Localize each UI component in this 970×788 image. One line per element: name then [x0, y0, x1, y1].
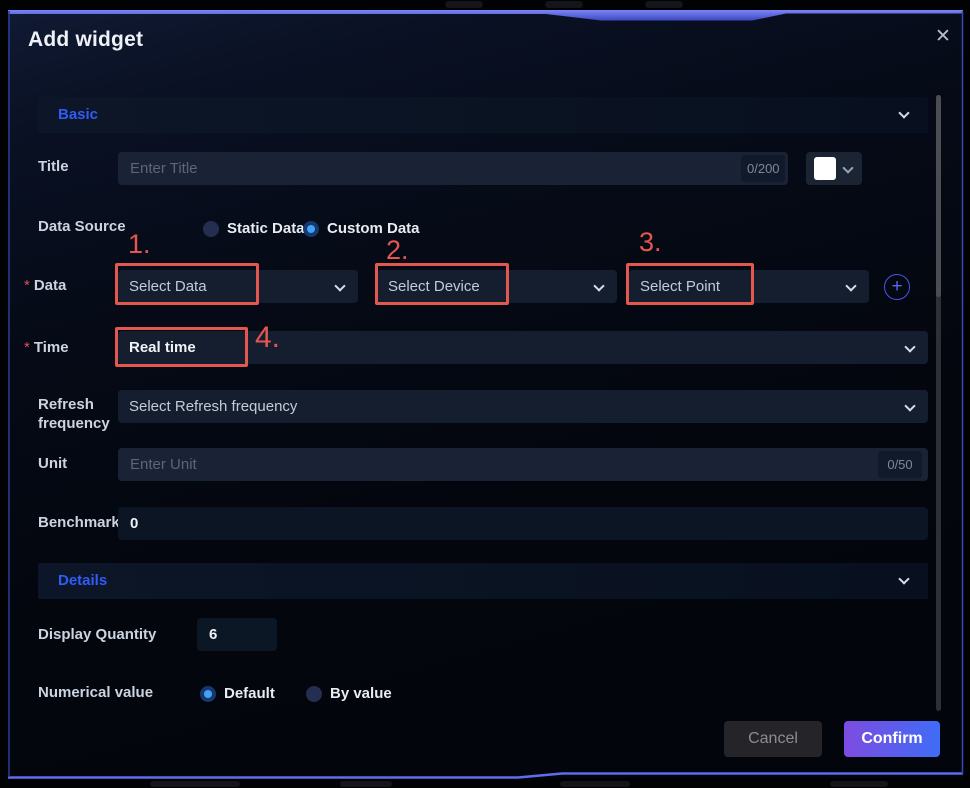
- section-basic-label: Basic: [58, 97, 98, 133]
- benchmark-label: Benchmark: [38, 514, 120, 531]
- color-swatch-white: [814, 157, 836, 180]
- data-label: *Data: [24, 277, 66, 294]
- section-header-details[interactable]: Details: [38, 563, 928, 599]
- add-data-row-button[interactable]: +: [884, 274, 910, 300]
- background-hint: [560, 781, 630, 787]
- vertical-scrollbar-track[interactable]: [936, 95, 941, 711]
- section-header-basic[interactable]: Basic: [38, 97, 928, 133]
- chevron-down-icon: [898, 573, 909, 584]
- plus-icon: +: [891, 276, 902, 297]
- time-dropdown[interactable]: Real time: [118, 331, 928, 364]
- annotation-number-1: 1.: [128, 229, 151, 260]
- radio-default[interactable]: [200, 686, 216, 702]
- unit-char-counter: 0/50: [878, 451, 922, 478]
- radio-by-value[interactable]: [306, 686, 322, 702]
- section-details-label: Details: [58, 563, 107, 599]
- select-data-placeholder: Select Data: [129, 270, 207, 303]
- radio-default-label[interactable]: Default: [224, 685, 275, 702]
- display-quantity-input[interactable]: [197, 618, 277, 651]
- time-value: Real time: [129, 331, 196, 364]
- refresh-frequency-placeholder: Select Refresh frequency: [129, 390, 297, 423]
- required-asterisk: *: [24, 339, 30, 356]
- modal-title: Add widget: [28, 28, 143, 52]
- background-hint: [340, 781, 392, 787]
- radio-static-data[interactable]: [203, 221, 219, 237]
- refresh-frequency-dropdown[interactable]: Select Refresh frequency: [118, 390, 928, 423]
- color-picker-dropdown[interactable]: [806, 152, 862, 185]
- vertical-scrollbar-thumb[interactable]: [936, 95, 941, 297]
- background-hint: [445, 1, 483, 8]
- title-input[interactable]: [118, 152, 788, 185]
- annotation-number-3: 3.: [639, 227, 662, 258]
- title-char-counter: 0/200: [741, 155, 785, 182]
- chevron-down-icon: [593, 280, 604, 291]
- modal-body-scroll-area: Basic Title 0/200 Data Source Static Dat…: [0, 85, 970, 702]
- background-hint: [545, 1, 583, 8]
- background-hint: [150, 781, 240, 787]
- select-device-dropdown[interactable]: Select Device: [377, 270, 617, 303]
- data-source-label: Data Source: [38, 218, 126, 235]
- unit-input[interactable]: [118, 448, 928, 481]
- cancel-button[interactable]: Cancel: [724, 721, 822, 757]
- close-icon[interactable]: ✕: [930, 24, 956, 50]
- radio-custom-data-label[interactable]: Custom Data: [327, 220, 420, 237]
- select-point-dropdown[interactable]: Select Point: [629, 270, 869, 303]
- benchmark-input[interactable]: [118, 507, 928, 540]
- title-label: Title: [38, 158, 69, 175]
- chevron-down-icon: [845, 280, 856, 291]
- unit-label: Unit: [38, 455, 67, 472]
- numerical-value-label: Numerical value: [38, 684, 153, 701]
- display-quantity-label: Display Quantity: [38, 626, 156, 643]
- select-point-placeholder: Select Point: [640, 270, 720, 303]
- background-hint: [645, 1, 683, 8]
- select-data-dropdown[interactable]: Select Data: [118, 270, 358, 303]
- select-device-placeholder: Select Device: [388, 270, 480, 303]
- background-hint: [830, 781, 888, 787]
- screen: Add widget ✕ Basic Title 0/200 Data Sour…: [0, 0, 970, 788]
- radio-by-value-label[interactable]: By value: [330, 685, 392, 702]
- annotation-number-2: 2.: [386, 235, 409, 266]
- chevron-down-icon: [842, 162, 853, 173]
- time-label: *Time: [24, 339, 69, 356]
- chevron-down-icon: [334, 280, 345, 291]
- chevron-down-icon: [898, 107, 909, 118]
- required-asterisk: *: [24, 277, 30, 294]
- chevron-down-icon: [904, 341, 915, 352]
- chevron-down-icon: [904, 400, 915, 411]
- refresh-frequency-label: Refreshfrequency: [38, 395, 110, 433]
- radio-static-data-label[interactable]: Static Data: [227, 220, 305, 237]
- confirm-button[interactable]: Confirm: [844, 721, 940, 757]
- radio-custom-data[interactable]: [303, 221, 319, 237]
